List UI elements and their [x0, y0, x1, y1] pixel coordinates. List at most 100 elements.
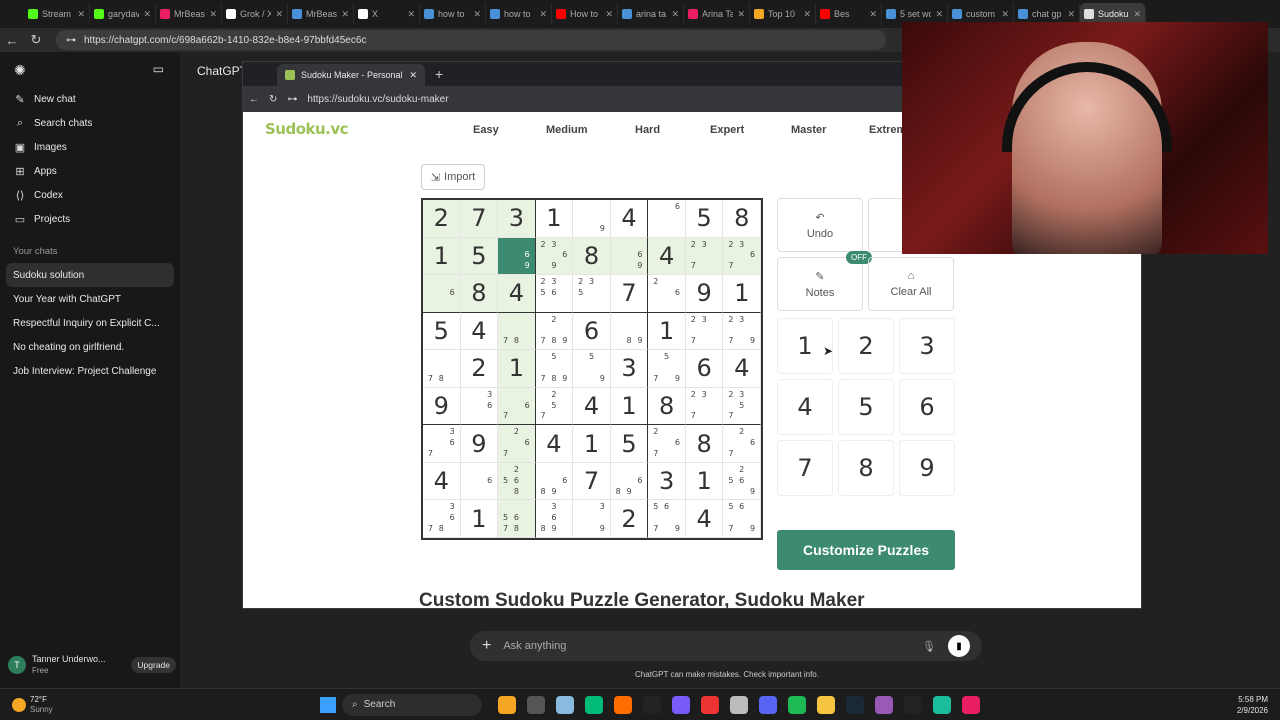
sudoku-cell[interactable]: 1 — [610, 387, 649, 426]
taskbar-app-icon[interactable] — [700, 695, 719, 714]
sudoku-cell[interactable]: 56 7 9 — [648, 500, 686, 538]
taskbar-app-icon[interactable] — [555, 695, 574, 714]
sudoku-cell[interactable]: 67 — [498, 387, 536, 426]
sudoku-cell[interactable]: 78 — [423, 350, 461, 388]
sudoku-cell[interactable]: 3 — [498, 200, 536, 238]
close-icon[interactable]: ✕ — [143, 9, 151, 20]
sudoku-cell[interactable]: 6 — [685, 350, 724, 388]
sudoku-logo[interactable]: Sudoku.vc — [265, 120, 349, 138]
sudoku-cell[interactable]: 257 — [535, 387, 574, 426]
sudoku-cell[interactable]: 36 78 — [423, 500, 461, 538]
difficulty-link[interactable]: Hard — [635, 124, 660, 136]
sudoku-cell[interactable]: 4 — [723, 350, 761, 388]
sudoku-cell[interactable]: 4 — [573, 387, 611, 426]
back-icon[interactable]: ← — [249, 94, 259, 105]
sudoku-cell[interactable]: 6 89 — [535, 462, 574, 501]
sudoku-cell[interactable]: 9 — [685, 275, 724, 313]
taskbar-app-icon[interactable] — [642, 695, 661, 714]
sudoku-cell[interactable]: 236 7 — [723, 237, 761, 276]
taskbar-app-icon[interactable] — [729, 695, 748, 714]
site-info-icon[interactable]: ⊶ — [66, 35, 76, 46]
sudoku-cell[interactable]: 7 — [460, 200, 499, 238]
sudoku-cell[interactable]: 7 — [610, 275, 649, 313]
outer-tab[interactable]: Bes ✕ — [816, 3, 882, 25]
sidebar-item[interactable]: ▣ Images — [0, 135, 180, 159]
sudoku-cell[interactable]: 3 — [610, 350, 649, 388]
taskbar-app-icon[interactable] — [874, 695, 893, 714]
sudoku-cell[interactable]: 8 — [573, 237, 611, 276]
sudoku-cell[interactable]: 1 — [723, 275, 761, 313]
sudoku-cell[interactable]: 23 7 — [685, 387, 724, 426]
number-key-6[interactable]: 6 — [899, 379, 955, 435]
sudoku-cell[interactable]: 4 — [498, 275, 536, 313]
sudoku-cell[interactable]: 2357 — [723, 387, 761, 426]
outer-tab[interactable]: Arina Ta ✕ — [684, 3, 750, 25]
sidebar-item[interactable]: ✎ New chat — [0, 87, 180, 111]
sudoku-cell[interactable]: 1 — [685, 462, 724, 501]
sudoku-cell[interactable]: 4 — [423, 462, 461, 501]
number-key-5[interactable]: 5 — [838, 379, 894, 435]
plus-icon[interactable]: + — [482, 637, 491, 655]
close-icon[interactable]: ✕ — [275, 9, 283, 20]
taskbar-app-icon[interactable] — [584, 695, 603, 714]
sudoku-cell[interactable]: 5 7 9 — [648, 350, 686, 388]
sudoku-cell[interactable]: 8 — [648, 387, 686, 426]
sudoku-cell[interactable]: 2369 — [535, 237, 574, 276]
outer-url-field[interactable]: ⊶ https://chatgpt.com/c/698a662b-1410-83… — [56, 30, 886, 50]
sudoku-cell[interactable]: 23 7 9 — [723, 312, 761, 351]
sudoku-cell[interactable]: 59 — [573, 350, 611, 388]
taskbar-app-icon[interactable] — [526, 695, 545, 714]
taskbar-search[interactable]: ⌕ Search — [342, 693, 482, 716]
sudoku-cell[interactable]: 5 — [685, 200, 724, 238]
sidebar-toggle-icon[interactable]: ▭ — [153, 62, 164, 79]
close-icon[interactable]: ✕ — [473, 9, 481, 20]
close-icon[interactable]: ✕ — [605, 9, 613, 20]
sudoku-cell[interactable]: 4 — [648, 237, 686, 276]
sudoku-cell[interactable]: 1 — [498, 350, 536, 388]
number-key-3[interactable]: 3 — [899, 318, 955, 374]
sudoku-cell[interactable]: 36 7 — [423, 425, 461, 463]
sudoku-cell[interactable]: 4 — [460, 312, 499, 351]
new-tab-icon[interactable]: + — [435, 66, 443, 82]
difficulty-link[interactable]: Master — [791, 124, 826, 136]
close-icon[interactable]: ✕ — [1067, 9, 1075, 20]
sudoku-cell[interactable]: 6 — [460, 462, 499, 501]
outer-tab[interactable]: X ✕ — [354, 3, 420, 25]
sudoku-cell[interactable]: 1 — [535, 200, 574, 238]
outer-tab[interactable]: how to ✕ — [420, 3, 486, 25]
sidebar-item[interactable]: ▭ Projects — [0, 207, 180, 231]
sudoku-cell[interactable]: 3 — [648, 462, 686, 501]
sudoku-cell[interactable]: 2 6 7 — [648, 425, 686, 463]
difficulty-link[interactable]: Medium — [546, 124, 588, 136]
close-icon[interactable]: ✕ — [803, 9, 811, 20]
sudoku-cell[interactable]: 2 — [610, 500, 649, 538]
chat-history-item[interactable]: Sudoku solution — [6, 263, 174, 287]
outer-tab[interactable]: how to ✕ — [486, 3, 552, 25]
sudoku-cell[interactable]: 5 — [610, 425, 649, 463]
sudoku-cell[interactable]: 2356 — [535, 275, 574, 313]
sudoku-cell[interactable]: 5 789 — [535, 350, 574, 388]
upgrade-button[interactable]: Upgrade — [131, 657, 176, 673]
chat-history-item[interactable]: Job Interview: Project Challenge — [0, 359, 180, 383]
difficulty-link[interactable]: Extrem — [869, 124, 906, 136]
sudoku-cell[interactable]: 235 — [573, 275, 611, 313]
sudoku-cell[interactable]: 5 — [460, 237, 499, 276]
close-icon[interactable]: ✕ — [539, 9, 547, 20]
close-icon[interactable]: ✕ — [407, 9, 415, 20]
microphone-icon[interactable]: 🎙︎ — [922, 640, 936, 653]
sudoku-cell[interactable]: 2568 — [498, 462, 536, 501]
openai-logo-icon[interactable]: ✺ — [14, 62, 26, 79]
sudoku-cell[interactable]: 3689 — [535, 500, 574, 538]
sudoku-cell[interactable]: 23 7 — [685, 312, 724, 351]
import-button[interactable]: ⇲ Import — [421, 164, 485, 190]
sudoku-cell[interactable]: 1 — [573, 425, 611, 463]
reload-icon[interactable]: ↻ — [24, 32, 48, 48]
weather-widget[interactable]: 72°F Sunny — [0, 695, 300, 715]
sudoku-cell[interactable]: 8 — [685, 425, 724, 463]
sudoku-cell[interactable]: 89 — [610, 312, 649, 351]
sudoku-cell[interactable]: 1 — [460, 500, 499, 538]
close-icon[interactable]: ✕ — [209, 9, 217, 20]
back-icon[interactable]: ← — [0, 33, 24, 48]
number-key-4[interactable]: 4 — [777, 379, 833, 435]
chat-history-item[interactable]: No cheating on girlfriend. — [0, 335, 180, 359]
